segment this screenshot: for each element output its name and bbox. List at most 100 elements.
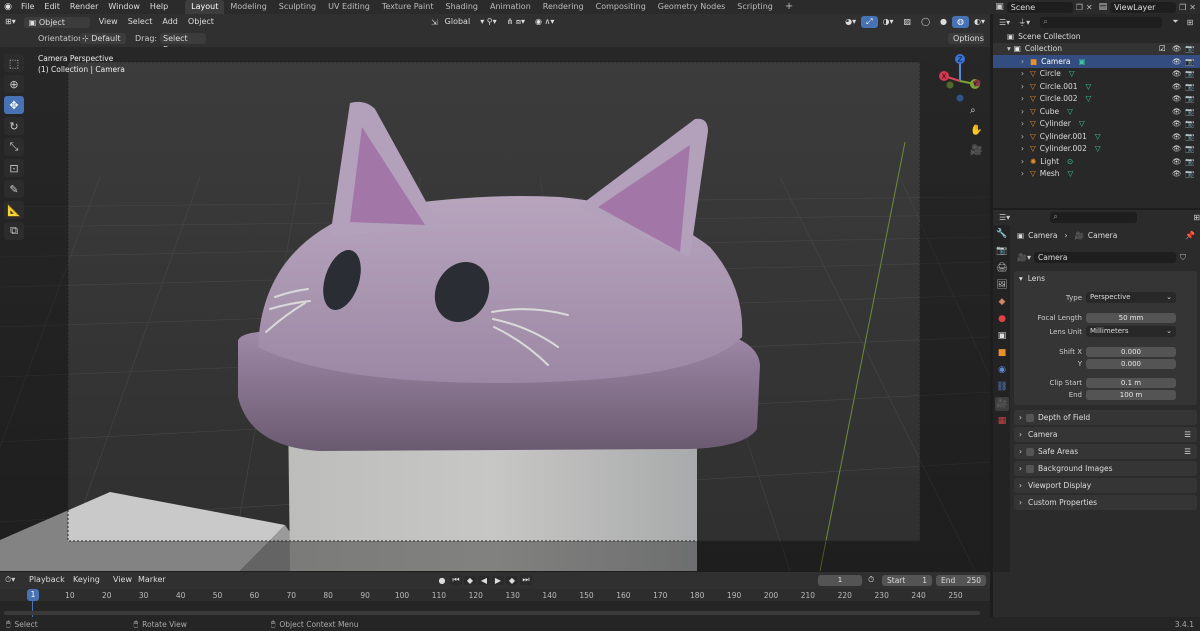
rendered-shading-icon[interactable]: ◐▾ xyxy=(969,16,990,28)
jump-end-icon[interactable]: ⏭ xyxy=(520,575,532,585)
properties-search-input[interactable]: ⌕ xyxy=(1050,212,1138,223)
stopwatch-icon[interactable]: ⏱ xyxy=(868,575,874,585)
tab-scripting[interactable]: Scripting xyxy=(731,0,779,14)
visibility-eye-icon[interactable]: 👁 xyxy=(1172,144,1182,153)
menu-playback[interactable]: Playback xyxy=(24,574,70,586)
background-images-checkbox[interactable] xyxy=(1026,464,1034,473)
menu-render[interactable]: Render xyxy=(65,0,103,14)
datablock-type-icon[interactable]: 🎥▾ xyxy=(1017,253,1031,262)
render-camera-icon[interactable]: 📷 xyxy=(1185,132,1194,141)
menu-select[interactable]: Select xyxy=(123,16,158,28)
physics-tab-icon[interactable]: ◉ xyxy=(995,363,1009,377)
gizmo-neg-y-icon[interactable] xyxy=(946,81,954,89)
annotate-tool-icon[interactable]: ✎ xyxy=(4,180,24,198)
mesh-data-icon[interactable]: ▽ xyxy=(1068,169,1074,178)
record-icon[interactable]: ● xyxy=(436,576,448,585)
render-camera-icon[interactable]: 📷 xyxy=(1185,107,1194,116)
view-layer-selector[interactable]: ViewLayer xyxy=(1110,1,1177,13)
visibility-eye-icon[interactable]: 👁 xyxy=(1172,157,1182,166)
lens-unit-dropdown[interactable]: Millimeters ⌄ xyxy=(1086,326,1176,337)
tool-tab-icon[interactable]: 🔧 xyxy=(995,227,1009,241)
collection-render-icon[interactable]: 📷 xyxy=(1185,44,1194,53)
expand-arrow-icon[interactable]: › xyxy=(1021,107,1024,116)
render-camera-icon[interactable]: 📷 xyxy=(1185,57,1194,66)
mesh-data-icon[interactable]: ▽ xyxy=(1086,94,1092,103)
tab-compositing[interactable]: Compositing xyxy=(590,0,652,14)
mesh-data-icon[interactable]: ▽ xyxy=(1095,144,1101,153)
visibility-eye-icon[interactable]: 👁 xyxy=(1172,169,1182,178)
tab-texture-paint[interactable]: Texture Paint xyxy=(376,0,440,14)
collection-tab-icon[interactable]: ▣ xyxy=(995,329,1009,343)
navigation-gizmo[interactable]: Z X Y xyxy=(930,51,990,111)
expand-arrow-icon[interactable]: › xyxy=(1021,119,1024,128)
zoom-icon[interactable]: ⌕ xyxy=(970,105,976,116)
view-layer-icon[interactable]: ▤ xyxy=(1099,2,1108,12)
render-camera-icon[interactable]: 📷 xyxy=(1185,69,1194,78)
tab-rendering[interactable]: Rendering xyxy=(537,0,590,14)
output-tab-icon[interactable]: 🖨 xyxy=(995,261,1009,275)
properties-options-icon[interactable]: ⊞ xyxy=(1193,213,1200,222)
outliner-item[interactable]: › ■ Camera ▣ 👁 📷 xyxy=(993,55,1200,68)
mesh-data-icon[interactable]: ▽ xyxy=(1086,82,1092,91)
menu-object[interactable]: Object xyxy=(183,16,219,28)
proportional-edit-icon[interactable]: ◉ ∧▾ xyxy=(530,16,559,28)
collection-visibility-icon[interactable]: 👁 xyxy=(1172,44,1182,53)
scene-icon[interactable]: ▣ xyxy=(995,2,1004,12)
jump-keyframe-back-icon[interactable]: ◆ xyxy=(464,575,476,585)
menu-add[interactable]: Add xyxy=(157,16,183,28)
tab-uv-editing[interactable]: UV Editing xyxy=(322,0,376,14)
mesh-data-icon[interactable]: ▽ xyxy=(1079,119,1085,128)
outliner-item[interactable]: › ✺ Light ⊙ 👁 📷 xyxy=(993,155,1200,168)
playhead[interactable]: 1 xyxy=(27,589,39,601)
fake-user-shield-icon[interactable]: ⛉ xyxy=(1180,253,1186,263)
render-camera-icon[interactable]: 📷 xyxy=(1185,144,1194,153)
menu-edit[interactable]: Edit xyxy=(39,0,65,14)
current-frame-field[interactable]: 1 xyxy=(818,575,862,586)
add-cube-tool-icon[interactable]: ⧉ xyxy=(4,222,24,240)
tab-layout[interactable]: Layout xyxy=(185,0,225,14)
menu-help[interactable]: Help xyxy=(145,0,173,14)
outliner-item[interactable]: › ▽ Circle.002 ▽ 👁 📷 xyxy=(993,93,1200,106)
expand-arrow-icon[interactable]: › xyxy=(1021,144,1024,153)
object-tab-icon[interactable]: ■ xyxy=(995,346,1009,360)
mesh-data-icon[interactable]: ▽ xyxy=(1067,107,1073,116)
outliner-item[interactable]: › ▽ Cylinder ▽ 👁 📷 xyxy=(993,118,1200,131)
gizmo-icon[interactable]: ⤢ xyxy=(861,16,878,28)
datablock-name-field[interactable]: Camera xyxy=(1033,252,1176,263)
panel-depth-of-field[interactable]: › Depth of Field xyxy=(1014,410,1197,425)
scene-tab-icon[interactable]: ◆ xyxy=(995,295,1009,309)
panel-list-icon[interactable]: ☰ xyxy=(1184,447,1191,456)
tab-animation[interactable]: Animation xyxy=(484,0,537,14)
end-frame-field[interactable]: End 250 xyxy=(936,575,986,586)
tab-modeling[interactable]: Modeling xyxy=(224,0,272,14)
render-camera-icon[interactable]: 📷 xyxy=(1185,119,1194,128)
visibility-eye-icon[interactable]: 👁 xyxy=(1172,57,1182,66)
clip-start-field[interactable]: 0.1 m xyxy=(1086,378,1176,388)
scene-selector[interactable]: Scene xyxy=(1006,1,1073,13)
play-icon[interactable]: ▶ xyxy=(492,575,504,585)
focal-length-field[interactable]: 50 mm xyxy=(1086,313,1176,323)
visibility-eye-icon[interactable]: 👁 xyxy=(1172,119,1182,128)
outliner-editor-icon[interactable]: ☰▾ xyxy=(999,18,1010,27)
expand-arrow-icon[interactable]: › xyxy=(1021,169,1024,178)
camera-view-icon[interactable]: 🎥 xyxy=(970,145,982,156)
outliner-item[interactable]: › ▽ Circle.001 ▽ 👁 📷 xyxy=(993,80,1200,93)
scene-new-icon[interactable]: ❐ xyxy=(1076,3,1083,12)
move-tool-icon[interactable]: ✥ xyxy=(4,96,24,114)
view-layer-tab-icon[interactable]: 🖼 xyxy=(995,278,1009,292)
xray-icon[interactable]: ▨ xyxy=(899,16,917,28)
view-layer-delete-icon[interactable]: ✕ xyxy=(1189,3,1196,12)
outliner-collection[interactable]: ▾ ▣ Collection ☑ 👁 📷 xyxy=(993,42,1200,55)
timeline-editor-icon[interactable]: ⏱▾ xyxy=(5,575,15,585)
view-layer-new-icon[interactable]: ❐ xyxy=(1179,3,1186,12)
outliner-scene-collection[interactable]: ▣ Scene Collection xyxy=(993,30,1200,43)
pan-hand-icon[interactable]: ✋ xyxy=(970,125,982,136)
outliner-item[interactable]: › ▽ Cube ▽ 👁 📷 xyxy=(993,105,1200,118)
menu-keying[interactable]: Keying xyxy=(68,574,105,586)
outliner-item[interactable]: › ▽ Mesh ▽ 👁 📷 xyxy=(993,168,1200,181)
options-button[interactable]: Options xyxy=(948,33,984,44)
mesh-data-icon[interactable]: ▽ xyxy=(1069,69,1075,78)
panel-list-icon[interactable]: ☰ xyxy=(1184,430,1191,439)
play-reverse-icon[interactable]: ◀ xyxy=(478,575,490,585)
visibility-eye-icon[interactable]: 👁 xyxy=(1172,107,1182,116)
